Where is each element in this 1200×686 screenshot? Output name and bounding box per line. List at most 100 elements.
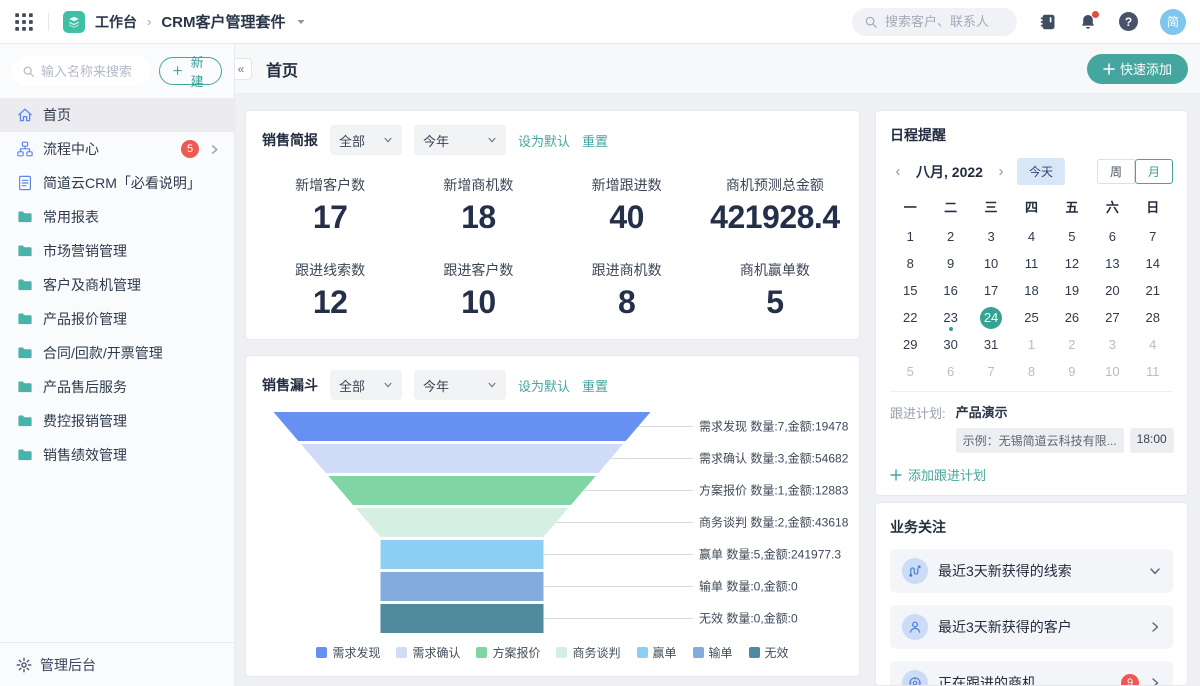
sidebar-item-5[interactable]: 客户及商机管理 [0,268,234,302]
calendar-day-17[interactable]: 17 [971,277,1011,304]
calendar-day-7[interactable]: 7 [1133,223,1173,250]
calendar-day-15[interactable]: 15 [890,277,930,304]
next-month-icon[interactable]: › [993,163,1009,180]
calendar-day-2[interactable]: 2 [1052,331,1092,358]
calendar-day-8[interactable]: 8 [890,250,930,277]
calendar-day-22[interactable]: 22 [890,304,930,331]
sidebar-item-7[interactable]: 合同/回款/开票管理 [0,336,234,370]
calendar-day-8[interactable]: 8 [1011,358,1051,385]
sidebar-item-6[interactable]: 产品报价管理 [0,302,234,336]
calendar-day-23[interactable]: 23 [930,304,970,331]
calendar-day-25[interactable]: 25 [1011,304,1051,331]
funnel-period-select[interactable]: 今年 [414,370,506,400]
calendar-day-9[interactable]: 9 [1052,358,1092,385]
calendar-day-18[interactable]: 18 [1011,277,1051,304]
brief-scope-select[interactable]: 全部 [330,125,402,155]
calendar-day-19[interactable]: 19 [1052,277,1092,304]
avatar[interactable]: 简 [1160,9,1186,35]
calendar-day-3[interactable]: 3 [971,223,1011,250]
calendar-day-6[interactable]: 6 [930,358,970,385]
calendar-day-28[interactable]: 28 [1133,304,1173,331]
sidebar-item-8[interactable]: 产品售后服务 [0,370,234,404]
plan-title[interactable]: 产品演示 [956,402,1174,421]
month-toggle-button[interactable]: 月 [1135,159,1173,184]
calendar-day-1[interactable]: 1 [890,223,930,250]
calendar-day-13[interactable]: 13 [1092,250,1132,277]
stat-label: 新增客户数 [256,175,404,195]
calendar-day-5[interactable]: 5 [890,358,930,385]
calendar-day-12[interactable]: 12 [1052,250,1092,277]
focus-row-1[interactable]: 最近3天新获得的客户 [890,605,1173,649]
new-button[interactable]: 新建 [159,57,222,85]
calendar-day-7[interactable]: 7 [971,358,1011,385]
chevron-down-icon[interactable] [1149,565,1161,577]
sidebar-item-0[interactable]: 首页 [0,98,234,132]
legend-item: 输单 [693,644,733,661]
calendar-day-1[interactable]: 1 [1011,331,1051,358]
calendar-day-5[interactable]: 5 [1052,223,1092,250]
sidebar-search-input[interactable] [41,64,141,79]
stat-7: 商机赢单数5 [701,260,849,321]
sidebar-item-1[interactable]: 流程中心5 [0,132,234,166]
contacts-book-icon[interactable] [1039,13,1057,31]
global-search[interactable] [852,8,1017,36]
layers-logo-icon[interactable] [63,11,85,33]
calendar-day-14[interactable]: 14 [1133,250,1173,277]
calendar-day-11[interactable]: 11 [1011,250,1051,277]
calendar-day-6[interactable]: 6 [1092,223,1132,250]
funnel-scope-select[interactable]: 全部 [330,370,402,400]
plus-icon [173,66,182,77]
sidebar-item-3[interactable]: 常用报表 [0,200,234,234]
sidebar-item-label: 首页 [43,105,220,125]
workspace-label[interactable]: 工作台 [95,12,137,32]
chevron-right-icon[interactable] [1149,677,1161,686]
sidebar-item-4[interactable]: 市场营销管理 [0,234,234,268]
chevron-right-icon[interactable] [1149,621,1161,633]
brief-period-select[interactable]: 今年 [414,125,506,155]
calendar-day-11[interactable]: 11 [1133,358,1173,385]
plan-company-chip[interactable]: 示例：无锡简道云科技有限... [956,428,1124,453]
prev-month-icon[interactable]: ‹ [890,163,906,180]
collapse-sidebar-icon[interactable]: « [235,58,252,80]
calendar-day-4[interactable]: 4 [1011,223,1051,250]
week-toggle-button[interactable]: 周 [1097,159,1135,184]
help-icon[interactable]: ? [1119,12,1138,31]
today-button[interactable]: 今天 [1017,158,1065,185]
focus-row-0[interactable]: 最近3天新获得的线索 [890,549,1173,593]
app-grid-icon[interactable] [14,12,34,32]
brief-set-default-link[interactable]: 设为默认 [518,131,570,150]
calendar-day-20[interactable]: 20 [1092,277,1132,304]
plan-label: 跟进计划: [890,402,946,453]
global-search-input[interactable] [885,14,1000,29]
calendar-day-27[interactable]: 27 [1092,304,1132,331]
calendar-day-21[interactable]: 21 [1133,277,1173,304]
chevron-down-icon[interactable] [296,17,306,27]
calendar-day-16[interactable]: 16 [930,277,970,304]
funnel-set-default-link[interactable]: 设为默认 [518,376,570,395]
breadcrumb[interactable]: CRM客户管理套件 [161,11,285,32]
sidebar-item-2[interactable]: 简道云CRM「必看说明」 [0,166,234,200]
calendar-day-29[interactable]: 29 [890,331,930,358]
quick-add-button[interactable]: 快速添加 [1087,54,1188,84]
add-plan-link[interactable]: 添加跟进计划 [890,465,1173,484]
calendar-day-2[interactable]: 2 [930,223,970,250]
focus-row-2[interactable]: 正在跟进的商机9 [890,661,1173,686]
chevron-right-icon[interactable] [209,144,220,155]
calendar-day-9[interactable]: 9 [930,250,970,277]
calendar-day-10[interactable]: 10 [1092,358,1132,385]
calendar-day-30[interactable]: 30 [930,331,970,358]
calendar-day-26[interactable]: 26 [1052,304,1092,331]
sidebar-item-10[interactable]: 销售绩效管理 [0,438,234,472]
calendar-day-31[interactable]: 31 [971,331,1011,358]
admin-backend-button[interactable]: 管理后台 [0,642,234,686]
calendar-day-10[interactable]: 10 [971,250,1011,277]
sidebar-item-9[interactable]: 费控报销管理 [0,404,234,438]
stat-value: 5 [701,284,849,321]
sidebar-search[interactable] [12,56,151,86]
funnel-reset-link[interactable]: 重置 [582,376,608,395]
brief-reset-link[interactable]: 重置 [582,131,608,150]
calendar-day-3[interactable]: 3 [1092,331,1132,358]
calendar-day-4[interactable]: 4 [1133,331,1173,358]
calendar-day-24-selected[interactable]: 24 [971,304,1011,331]
bell-icon[interactable] [1079,13,1097,31]
